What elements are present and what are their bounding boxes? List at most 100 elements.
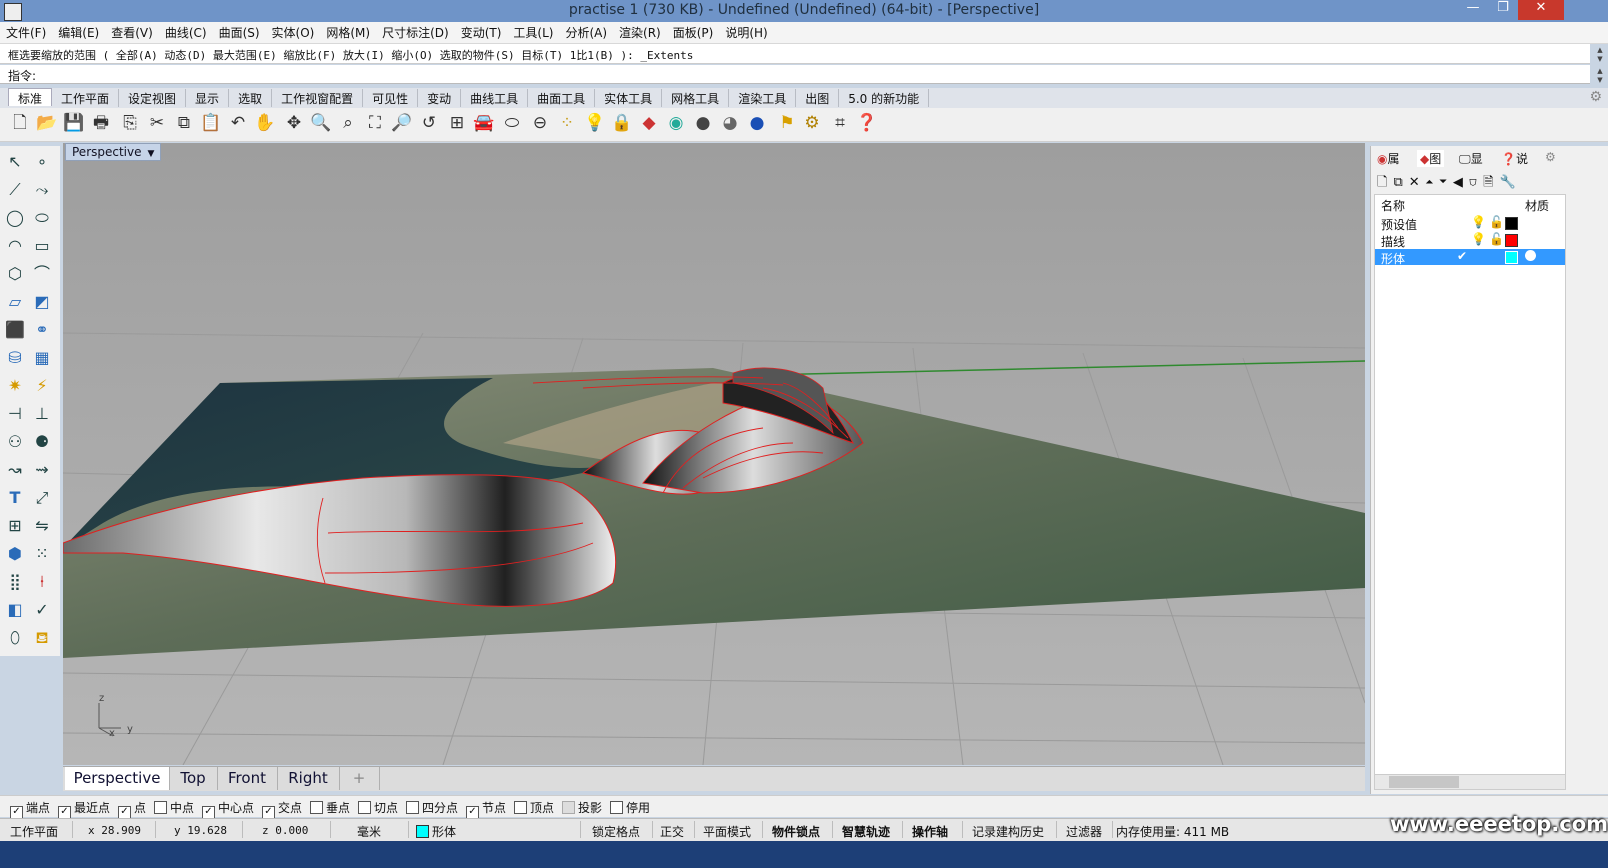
explode-icon[interactable]: ✷ [3, 374, 27, 398]
cylinder-icon[interactable]: ⛁ [3, 346, 27, 370]
solid-box-icon[interactable]: ⬢ [3, 542, 27, 566]
select-arrow-icon[interactable]: ↖ [3, 150, 27, 174]
osnap-end[interactable]: ✓ 端点 [10, 799, 50, 819]
layer-row[interactable]: 描线 💡 🔓 [1375, 232, 1565, 249]
gumball-icon[interactable]: ⍿ [30, 570, 54, 594]
zoom-icon[interactable]: 🔍 [309, 111, 333, 135]
osnap-vertex[interactable]: 顶点 [514, 799, 554, 816]
plane-icon[interactable]: ⬭ [500, 111, 524, 135]
current-layer-check-icon[interactable]: ✔ [1457, 249, 1467, 263]
zoom-extents-icon[interactable]: ⛶ [363, 111, 387, 135]
checkbox[interactable] [406, 801, 419, 814]
layer-color-swatch[interactable] [1505, 234, 1518, 247]
zoom-selected-icon[interactable]: 🔎 [390, 111, 414, 135]
dimension-icon[interactable]: ⤢ [30, 486, 54, 510]
polygon-icon[interactable]: ⬡ [3, 262, 27, 286]
tab-transform[interactable]: 变动 [418, 89, 462, 107]
layer-row[interactable]: 预设值 💡 🔓 [1375, 215, 1565, 232]
point-grid-icon[interactable]: ⣿ [3, 570, 27, 594]
fillet-icon[interactable]: ↝ [3, 458, 27, 482]
open-icon[interactable]: 📂 [35, 111, 59, 135]
help-icon[interactable]: ❓ [855, 111, 879, 135]
delete-layer-icon[interactable]: ✕ [1409, 175, 1426, 190]
tab-front[interactable]: Front [217, 767, 278, 790]
menu-curve[interactable]: 曲线(C) [159, 22, 213, 41]
tab-render-tools[interactable]: 渲染工具 [729, 89, 797, 107]
pan-icon[interactable]: ✋ [253, 111, 277, 135]
menu-mesh[interactable]: 网格(M) [320, 22, 376, 41]
add-viewport-tab-plus-icon[interactable]: + [339, 767, 380, 790]
mirror-icon[interactable]: ⇋ [30, 514, 54, 538]
tab-perspective[interactable]: Perspective [65, 767, 170, 790]
menu-edit[interactable]: 编辑(E) [52, 22, 105, 41]
osnap-quadrant[interactable]: 四分点 [406, 799, 458, 816]
save-icon[interactable]: 💾 [62, 111, 86, 135]
arc-icon[interactable]: ◠ [3, 234, 27, 258]
tab-curve-tools[interactable]: 曲线工具 [461, 89, 529, 107]
light-icon[interactable]: 💡 [583, 111, 607, 135]
move-up-icon[interactable]: ⏶ [1426, 175, 1440, 190]
gumball-toggle[interactable]: 操作轴 [912, 823, 948, 840]
checkbox[interactable] [610, 801, 623, 814]
new-sublayer-icon[interactable]: ⧉ [1393, 175, 1408, 190]
layer-icon[interactable]: ◆ [637, 111, 661, 135]
scrollbar-thumb[interactable] [1389, 776, 1459, 788]
group-icon[interactable]: ⚇ [3, 430, 27, 454]
minimize-button[interactable]: — [1458, 0, 1488, 20]
viewport-title[interactable]: Perspective ▼ [65, 143, 162, 161]
tools-icon[interactable]: 🔧 [1500, 175, 1522, 190]
polyline-icon[interactable]: ⟋ [3, 178, 27, 202]
snap-icon[interactable]: ⌗ [828, 111, 852, 135]
cut-icon[interactable]: ✂ [145, 111, 169, 135]
osnap-toggle[interactable]: 物件锁点 [772, 823, 820, 840]
lock-icon[interactable]: 🔒 [610, 111, 634, 135]
osnap-tangent[interactable]: 切点 [358, 799, 398, 816]
light-arrow-icon[interactable]: ⚡ [30, 374, 54, 398]
document-icon[interactable]: 🗎 [1483, 175, 1499, 190]
paste-icon[interactable]: 📋 [199, 111, 223, 135]
layer-row-selected[interactable]: 形体 ✔ [1375, 249, 1565, 266]
surface-icon[interactable]: ▱ [3, 290, 27, 314]
filter-icon[interactable]: ⛉ [1469, 175, 1483, 190]
cplane-indicator[interactable]: 工作平面 [10, 823, 58, 840]
viewport-menu-chevron-down-icon[interactable]: ▼ [148, 149, 155, 159]
osnap-perpendicular[interactable]: 垂点 [310, 799, 350, 816]
close-button[interactable]: ✕ [1518, 0, 1564, 20]
text-icon[interactable]: T [3, 486, 27, 510]
osnap-near[interactable]: ✓ 最近点 [58, 799, 110, 819]
tab-viewport-layout[interactable]: 工作视窗配置 [272, 89, 364, 107]
osnap-knot[interactable]: ✓ 节点 [466, 799, 506, 819]
curve-icon[interactable]: ⤳ [30, 178, 54, 202]
panel-tab-properties[interactable]: ◉属 [1377, 150, 1400, 167]
boolean-icon[interactable]: ⚭ [30, 318, 54, 342]
planar-toggle[interactable]: 平面模式 [703, 823, 751, 840]
menu-transform[interactable]: 变动(T) [455, 22, 508, 41]
fillet-curve-icon[interactable]: ⌒ [30, 262, 54, 286]
tab-right[interactable]: Right [277, 767, 340, 790]
tab-drafting[interactable]: 出图 [796, 89, 840, 107]
smarttrack-toggle[interactable]: 智慧轨迹 [842, 823, 890, 840]
extrude-icon[interactable]: ◩ [30, 290, 54, 314]
panel-tab-display[interactable]: 🖵显 [1459, 150, 1483, 167]
menu-solid[interactable]: 实体(O) [266, 22, 321, 41]
grid-dots-icon[interactable]: ⁙ [30, 542, 54, 566]
copy-icon[interactable]: ⧉ [172, 111, 196, 135]
menu-help[interactable]: 说明(H) [719, 22, 773, 41]
new-icon[interactable]: 🗋 [8, 111, 32, 135]
shaded-sphere-icon[interactable]: ● [691, 111, 715, 135]
tab-standard[interactable]: 标准 [8, 88, 53, 106]
osnap-center[interactable]: ✓ 中心点 [202, 799, 254, 819]
check-icon[interactable]: ✓ [30, 598, 54, 622]
osnap-project[interactable]: 投影 [562, 799, 602, 816]
unlock-icon[interactable]: 🔓 [1489, 232, 1504, 246]
offset-icon[interactable]: ⇝ [30, 458, 54, 482]
zoom-all-icon[interactable]: ↺ [417, 111, 441, 135]
split-icon[interactable]: ⊥ [30, 402, 54, 426]
mesh-icon[interactable]: ▦ [30, 346, 54, 370]
lightbulb-icon[interactable]: 💡 [1471, 215, 1486, 229]
unlock-icon[interactable]: 🔓 [1489, 215, 1504, 229]
tab-select[interactable]: 选取 [229, 89, 273, 107]
rotate-view-icon[interactable]: ✥ [282, 111, 306, 135]
print-icon[interactable]: 🖶 [89, 111, 113, 135]
history-scroll[interactable]: ▲ ▼ [1594, 46, 1606, 64]
